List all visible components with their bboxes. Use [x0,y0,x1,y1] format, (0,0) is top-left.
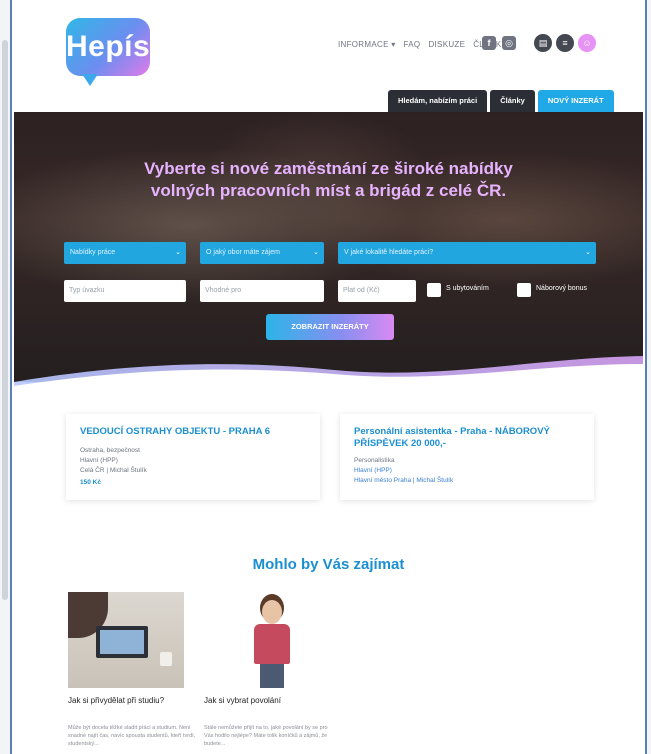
job-salary: 150 Kč [80,479,101,486]
accommodation-label: S ubytováním [446,285,489,292]
job-location-author: Hlavní město Praha | Michal Štulík [354,477,454,484]
bonus-checkbox[interactable] [517,283,531,297]
logo[interactable]: Hepís [66,18,150,86]
article-title[interactable]: Jak si přivydělat při studiu? [68,696,164,705]
job-location-author: Celá ČR | Michal Štulík [80,467,147,474]
suitable-for-input[interactable]: Vhodné pro [200,280,324,302]
new-ad-button[interactable]: NOVÝ INZERÁT [537,90,614,112]
tab-search-jobs[interactable]: Hledám, nabízím práci [388,90,488,112]
hero-title-line1: Vyberte si nové zaměstnání ze široké nab… [144,159,513,178]
left-panel-edge [0,0,12,754]
job-title[interactable]: VEDOUCÍ OSTRAHY OBJEKTU - PRAHA 6 [80,426,306,438]
job-type: Hlavní (HPP) [354,467,392,474]
chevron-down-icon: ⌄ [175,249,181,256]
social-links: f ◎ [482,36,516,50]
job-card[interactable]: Personální asistentka - Praha - NÁBOROVÝ… [340,414,594,500]
job-category: Ostraha, bezpečnost [80,447,140,454]
hero-title-line2: volných pracovních míst a brigád z celé … [150,181,507,200]
nav-item-diskuze[interactable]: DISKUZE [428,40,465,49]
job-category: Personalistika [354,457,395,464]
person-legs-illustration [260,664,284,688]
salary-input[interactable]: Plat od (Kč) [338,280,416,302]
chevron-down-icon: ⌄ [585,249,591,256]
site-header: Hepís INFORMACE ▾ FAQ DISKUZE ČLÁNKY f ◎… [14,0,643,112]
facebook-icon[interactable]: f [482,36,496,50]
header-tabs: Hledám, nabízím práci Články NOVÝ INZERÁ… [388,90,614,112]
location-select[interactable]: V jaké lokalitě hledáte práci? ⌄ [338,242,596,264]
hero-wave [14,356,643,392]
article-title[interactable]: Jak si vybrat povolání [204,696,281,705]
offers-select[interactable]: Nabídky práce ⌄ [64,242,186,264]
accommodation-checkbox[interactable] [427,283,441,297]
hero-title: Vyberte si nové zaměstnání ze široké nab… [14,158,643,202]
bonus-label: Náborový bonus [536,285,587,292]
section-title: Mohlo by Vás zajímat [252,556,405,573]
job-title[interactable]: Personální asistentka - Praha - NÁBOROVÝ… [354,426,580,450]
user-icon[interactable]: ☺ [578,34,596,52]
article-excerpt: Může být docela těžké sladit práci a stu… [68,725,196,747]
scrollbar-thumb[interactable] [2,40,8,600]
job-type: Hlavní (HPP) [80,457,118,464]
article-image[interactable] [68,592,184,688]
right-panel-edge [645,0,651,754]
article-excerpt: Stále nemůžete přijít na to, jaké povolá… [204,725,328,747]
message-icon[interactable]: ▤ [534,34,552,52]
header-actions: ▤ ≡ ☺ [534,34,596,52]
page: Hepís INFORMACE ▾ FAQ DISKUZE ČLÁNKY f ◎… [14,0,643,754]
location-select-label: V jaké lokalitě hledáte práci? [344,249,434,256]
hero-section: Vyberte si nové zaměstnání ze široké nab… [14,112,643,382]
mug-illustration [160,652,172,666]
field-select[interactable]: O jaký obor máte zájem ⌄ [200,242,324,264]
tab-articles[interactable]: Články [490,90,535,112]
person-head-illustration [262,600,282,624]
nav-item-faq[interactable]: FAQ [404,40,421,49]
job-card[interactable]: VEDOUCÍ OSTRAHY OBJEKTU - PRAHA 6 Ostrah… [66,414,320,500]
offers-select-label: Nabídky práce [70,249,116,256]
article-image[interactable] [228,592,318,688]
instagram-icon[interactable]: ◎ [502,36,516,50]
person-body-illustration [254,624,290,664]
nav-item-informace[interactable]: INFORMACE ▾ [338,40,396,49]
job-type-input[interactable]: Typ úvazku [64,280,186,302]
laptop-illustration [96,626,148,658]
field-select-label: O jaký obor máte zájem [206,249,280,256]
chevron-down-icon: ⌄ [313,249,319,256]
menu-icon[interactable]: ≡ [556,34,574,52]
show-ads-button[interactable]: ZOBRAZIT INZERÁTY [266,314,394,340]
